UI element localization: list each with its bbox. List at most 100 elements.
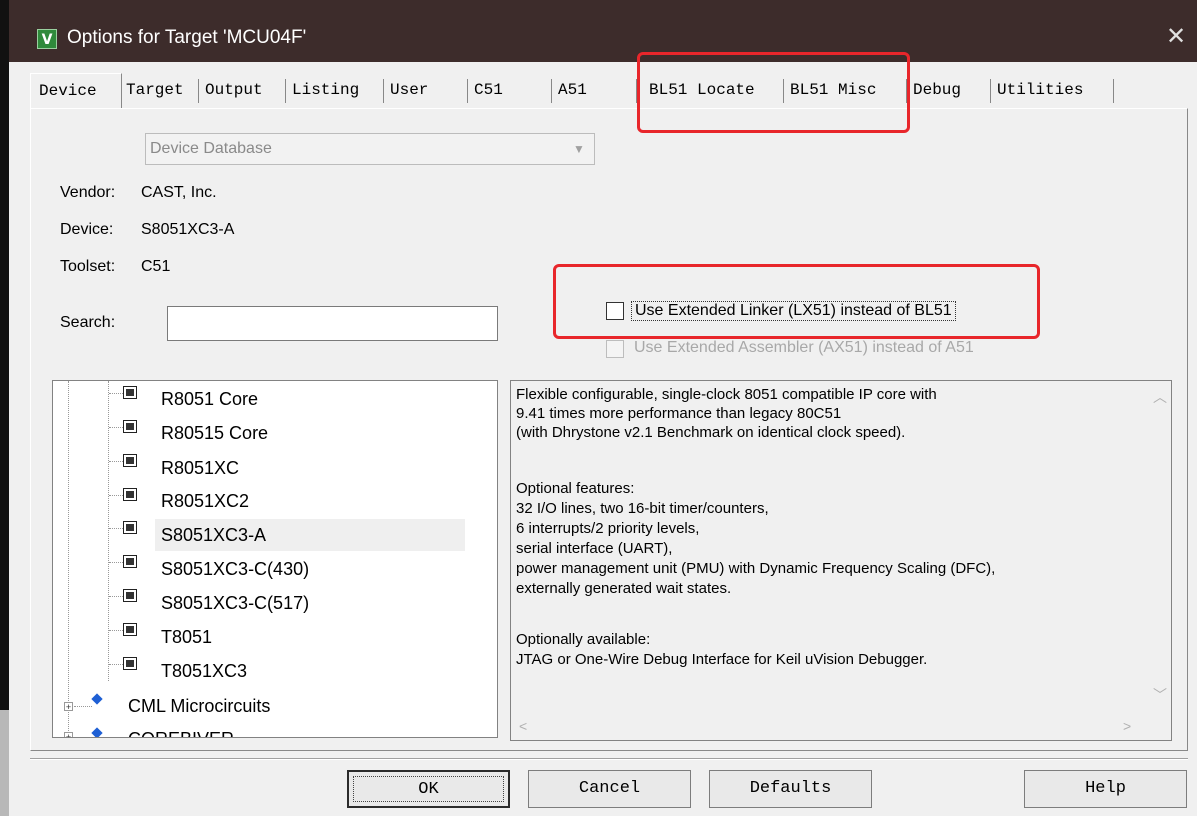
- annotation-highlight-bl51-tabs: [637, 52, 910, 133]
- device-label: Device:: [60, 221, 114, 238]
- description-line: 9.41 times more performance than legacy …: [516, 405, 842, 422]
- tab-output[interactable]: Output: [199, 75, 286, 105]
- device-description: Flexible configurable, single-clock 8051…: [510, 380, 1172, 741]
- description-vscrollbar[interactable]: ︿ ﹀: [1147, 381, 1171, 715]
- tab-label: Utilities: [997, 81, 1084, 99]
- description-line: 32 I/O lines, two 16-bit timer/counters,: [516, 500, 769, 517]
- tab-label: A51: [558, 81, 587, 99]
- tab-target[interactable]: Target: [121, 75, 199, 105]
- vendor-value: CAST, Inc.: [141, 184, 217, 201]
- vendor-icon: [91, 727, 103, 737]
- chip-icon: [123, 488, 137, 501]
- tree-item[interactable]: S8051XC3-C(517): [161, 593, 309, 614]
- scroll-left-chevron-icon[interactable]: <: [519, 718, 527, 734]
- tab-a51[interactable]: A51: [552, 75, 637, 105]
- scroll-down-chevron-icon[interactable]: ﹀: [1153, 685, 1167, 705]
- background-edge-lower: [0, 710, 9, 816]
- toolset-label: Toolset:: [60, 258, 116, 275]
- chip-icon: [123, 420, 137, 433]
- device-database-value: Device Database: [150, 140, 272, 157]
- scroll-right-chevron-icon[interactable]: >: [1123, 718, 1131, 734]
- search-label: Search:: [60, 314, 116, 331]
- help-button[interactable]: Help: [1024, 770, 1187, 808]
- vendor-icon: [91, 693, 103, 705]
- description-line: power management unit (PMU) with Dynamic…: [516, 560, 996, 577]
- tab-user[interactable]: User: [384, 75, 468, 105]
- tree-item[interactable]: T8051XC3: [161, 661, 247, 682]
- ax51-checkbox: [606, 340, 624, 358]
- description-line: externally generated wait states.: [516, 580, 732, 597]
- tree-vendor-item[interactable]: COREBIVER: [128, 729, 234, 737]
- tab-debug[interactable]: Debug: [907, 75, 991, 105]
- title-bar: V Options for Target 'MCU04F' ✕: [9, 0, 1197, 62]
- chip-icon: [123, 589, 137, 602]
- description-line: serial interface (UART),: [516, 540, 673, 557]
- tree-vendor-item[interactable]: CML Microcircuits: [128, 696, 270, 717]
- description-line: 6 interrupts/2 priority levels,: [516, 520, 700, 537]
- tab-label: Debug: [913, 81, 962, 99]
- description-line: Optional features:: [516, 480, 635, 497]
- tree-connector: [68, 381, 69, 737]
- description-hscrollbar[interactable]: < >: [511, 716, 1147, 740]
- tree-connector: [109, 393, 123, 394]
- defaults-button[interactable]: Defaults: [709, 770, 872, 808]
- description-line: Optionally available:: [516, 631, 651, 648]
- tree-item[interactable]: R8051XC: [161, 458, 239, 479]
- tree-connector: [109, 562, 123, 563]
- tree-connector: [74, 706, 92, 707]
- tab-label: C51: [474, 81, 503, 99]
- tree-item[interactable]: R8051 Core: [161, 389, 258, 410]
- chip-icon: [123, 555, 137, 568]
- ok-button[interactable]: OK: [347, 770, 510, 808]
- keil-app-icon: V: [37, 29, 57, 49]
- expand-icon[interactable]: +: [64, 702, 73, 712]
- tab-c51[interactable]: C51: [468, 75, 552, 105]
- tree-item[interactable]: R80515 Core: [161, 423, 268, 444]
- vendor-label: Vendor:: [60, 184, 116, 201]
- description-line: (with Dhrystone v2.1 Benchmark on identi…: [516, 424, 906, 441]
- tree-item[interactable]: R8051XC2: [161, 491, 249, 512]
- close-icon[interactable]: ✕: [1161, 22, 1191, 52]
- tab-label: Device: [39, 82, 97, 100]
- scroll-up-chevron-icon[interactable]: ︿: [1153, 387, 1167, 407]
- tab-label: Output: [205, 81, 263, 99]
- tree-item[interactable]: T8051: [161, 627, 212, 648]
- tab-listing[interactable]: Listing: [286, 75, 384, 105]
- device-value: S8051XC3-A: [141, 221, 235, 238]
- expand-icon[interactable]: +: [64, 732, 73, 737]
- device-database-select: Device Database ▼: [145, 133, 595, 165]
- tab-utilities[interactable]: Utilities: [991, 75, 1114, 105]
- tree-connector: [109, 528, 123, 529]
- divider: [30, 758, 1188, 760]
- tree-connector: [109, 427, 123, 428]
- chip-icon: [123, 657, 137, 670]
- description-line: Flexible configurable, single-clock 8051…: [516, 386, 937, 403]
- tree-connector: [108, 381, 109, 681]
- tree-item[interactable]: S8051XC3-C(430): [161, 559, 309, 580]
- toolset-value: C51: [141, 258, 171, 275]
- search-input[interactable]: [167, 306, 498, 341]
- chip-icon: [123, 386, 137, 399]
- chip-icon: [123, 454, 137, 467]
- tab-label: Listing: [292, 81, 360, 99]
- chip-icon: [123, 521, 137, 534]
- tree-connector: [109, 596, 123, 597]
- background-edge: [0, 0, 9, 816]
- tab-label: Target: [126, 81, 184, 99]
- tree-connector: [109, 630, 123, 631]
- window-title: Options for Target 'MCU04F': [67, 27, 307, 48]
- options-dialog: V Options for Target 'MCU04F' ✕ Device T…: [0, 0, 1197, 816]
- ax51-label: Use Extended Assembler (AX51) instead of…: [634, 339, 974, 356]
- tree-connector: [109, 664, 123, 665]
- annotation-highlight-lx51-option: [553, 264, 1040, 339]
- device-tree[interactable]: R8051 Core R80515 Core R8051XC R8051XC2 …: [52, 380, 498, 738]
- chevron-down-icon: ▼: [573, 142, 585, 156]
- tree-connector: [109, 461, 123, 462]
- cancel-button[interactable]: Cancel: [528, 770, 691, 808]
- tab-label: User: [390, 81, 429, 99]
- tree-item-selected[interactable]: S8051XC3-A: [161, 525, 266, 546]
- tab-device[interactable]: Device: [30, 73, 122, 108]
- description-line: JTAG or One-Wire Debug Interface for Kei…: [516, 651, 928, 668]
- chip-icon: [123, 623, 137, 636]
- tree-connector: [109, 495, 123, 496]
